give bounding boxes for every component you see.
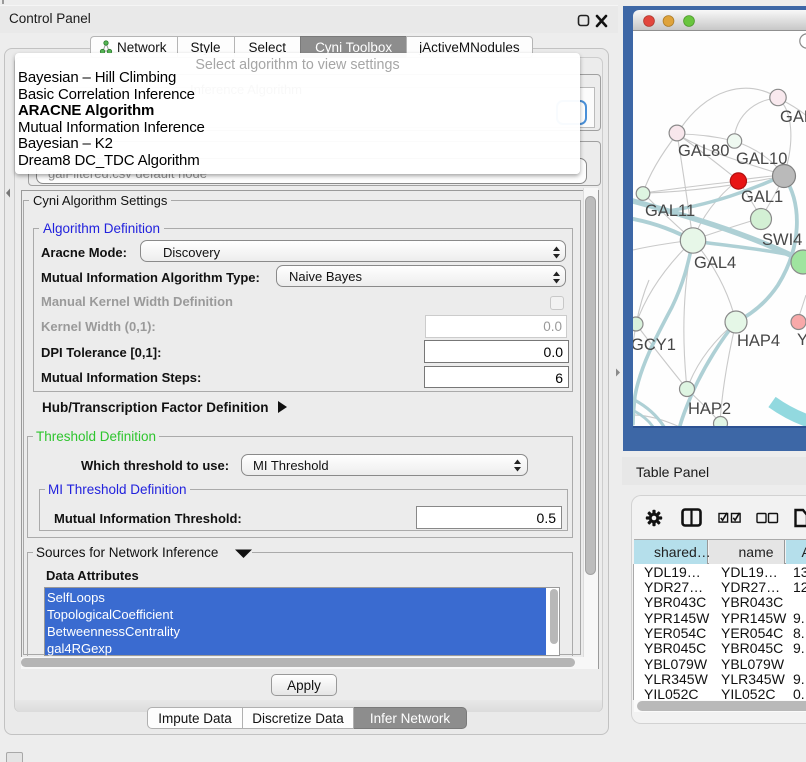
svg-text:SWI4: SWI4: [762, 231, 802, 249]
svg-text:HAP2: HAP2: [688, 400, 731, 418]
svg-text:GAL: GAL: [780, 108, 806, 126]
svg-text:GAL1: GAL1: [741, 188, 783, 206]
svg-text:Y: Y: [797, 331, 806, 349]
svg-text:GAL80: GAL80: [678, 142, 729, 160]
svg-text:GAL4: GAL4: [694, 254, 736, 272]
svg-text:GCY1: GCY1: [633, 336, 676, 354]
svg-text:GAL10: GAL10: [736, 150, 787, 168]
svg-text:GAL11: GAL11: [645, 202, 695, 220]
svg-text:HAP4: HAP4: [737, 332, 780, 350]
